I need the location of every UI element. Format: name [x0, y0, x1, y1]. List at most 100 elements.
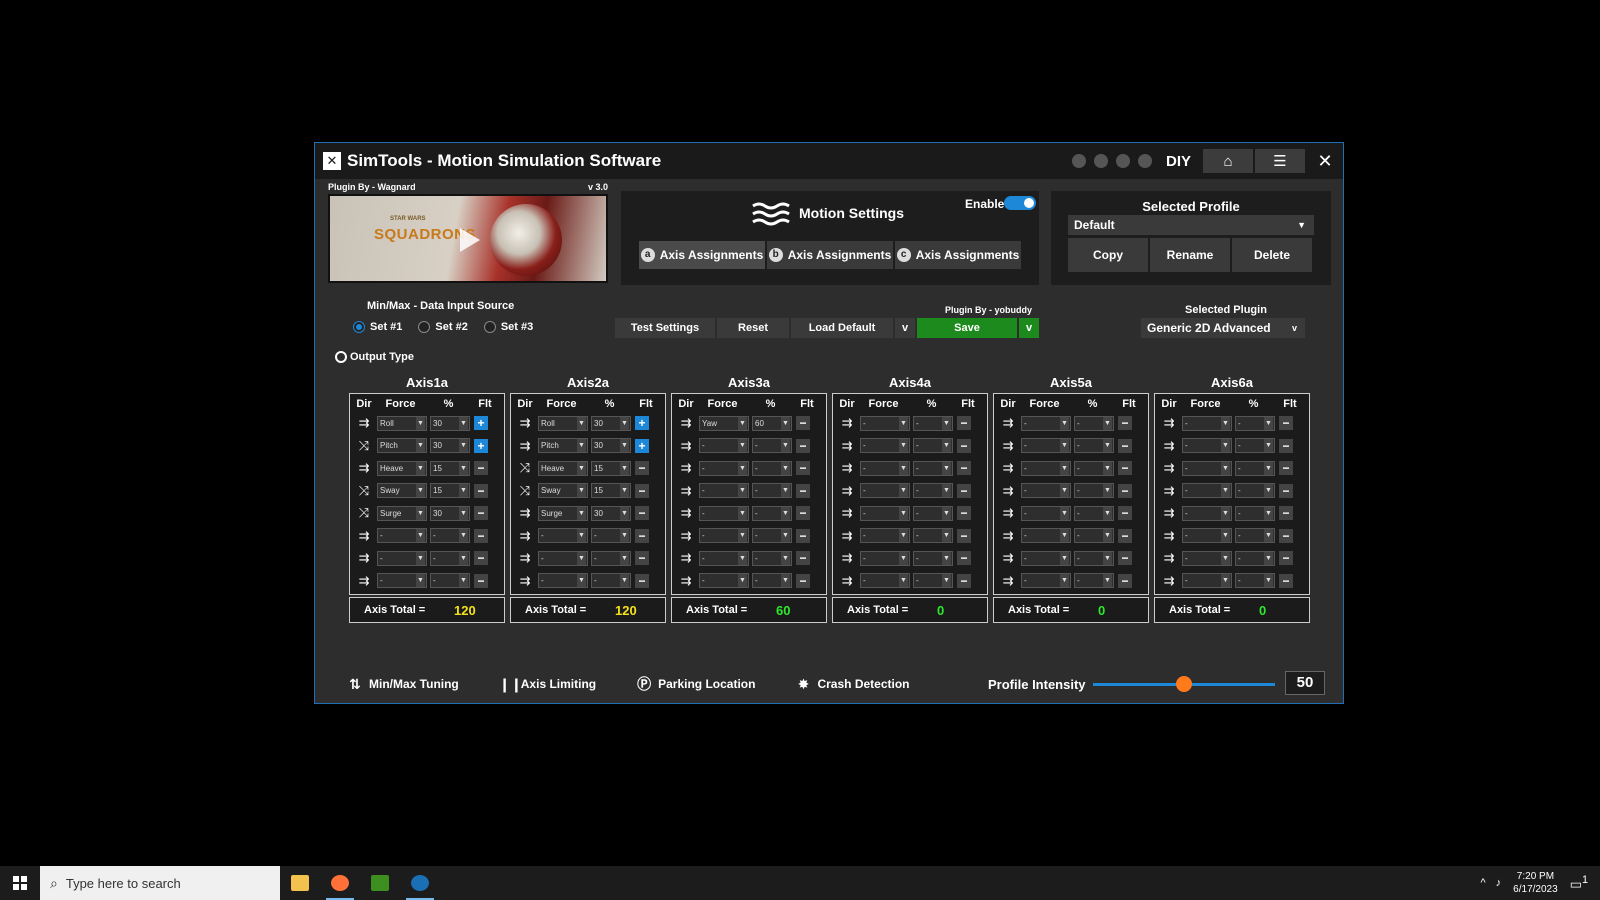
notification-icon[interactable]: ▭1 — [1570, 874, 1588, 892]
force-select[interactable]: Pitch ▼ — [538, 438, 588, 454]
filter-button[interactable]: − — [1118, 528, 1132, 543]
percent-select[interactable]: 30 ▼ — [591, 505, 631, 521]
force-select[interactable]: Surge ▼ — [538, 505, 588, 521]
percent-select[interactable]: 15 ▼ — [430, 460, 470, 476]
force-select[interactable]: Roll ▼ — [538, 415, 588, 431]
filter-button[interactable]: − — [796, 461, 810, 476]
direction-toggle-icon[interactable]: ⇉ — [837, 573, 857, 589]
force-select[interactable]: - ▼ — [1021, 460, 1071, 476]
force-select[interactable]: - ▼ — [377, 573, 427, 589]
direction-toggle-icon[interactable]: ⤨ — [515, 483, 535, 499]
filter-button[interactable]: − — [1279, 551, 1293, 566]
percent-select[interactable]: 15 ▼ — [430, 483, 470, 499]
status-light-icon-3[interactable] — [1115, 154, 1130, 168]
percent-select[interactable]: - ▼ — [1074, 483, 1114, 499]
percent-select[interactable]: - ▼ — [913, 460, 953, 476]
percent-select[interactable]: - ▼ — [752, 438, 792, 454]
percent-select[interactable]: - ▼ — [752, 550, 792, 566]
save-button[interactable]: Save — [917, 318, 1017, 338]
firefox-button[interactable] — [320, 866, 360, 900]
filter-button[interactable]: − — [635, 528, 649, 543]
direction-toggle-icon[interactable]: ⇉ — [515, 550, 535, 566]
nvidia-button[interactable] — [360, 866, 400, 900]
force-select[interactable]: - ▼ — [1021, 550, 1071, 566]
filter-button[interactable]: − — [635, 551, 649, 566]
direction-toggle-icon[interactable]: ⇉ — [515, 528, 535, 544]
enable-toggle[interactable] — [1004, 196, 1036, 210]
force-select[interactable]: - ▼ — [699, 460, 749, 476]
output-type-toggle[interactable]: Output Type — [335, 351, 414, 363]
percent-select[interactable]: 30 ▼ — [591, 415, 631, 431]
percent-select[interactable]: - ▼ — [1235, 573, 1275, 589]
tray-chevron-icon[interactable]: ^ — [1481, 877, 1486, 889]
force-select[interactable]: - ▼ — [538, 528, 588, 544]
filter-button[interactable]: − — [1118, 483, 1132, 498]
direction-toggle-icon[interactable]: ⇉ — [354, 573, 374, 589]
direction-toggle-icon[interactable]: ⇉ — [998, 528, 1018, 544]
direction-toggle-icon[interactable]: ⇉ — [1159, 483, 1179, 499]
filter-button[interactable]: − — [1118, 438, 1132, 453]
percent-select[interactable]: 15 ▼ — [591, 460, 631, 476]
filter-button[interactable]: − — [796, 416, 810, 431]
direction-toggle-icon[interactable]: ⇉ — [1159, 550, 1179, 566]
start-button[interactable] — [0, 866, 40, 900]
force-select[interactable]: - ▼ — [860, 483, 910, 499]
load-default-dropdown[interactable]: v — [895, 318, 915, 338]
force-select[interactable]: - ▼ — [1182, 415, 1232, 431]
percent-select[interactable]: - ▼ — [913, 505, 953, 521]
direction-toggle-icon[interactable]: ⇉ — [998, 550, 1018, 566]
direction-toggle-icon[interactable]: ⇉ — [676, 415, 696, 431]
percent-select[interactable]: 30 ▼ — [430, 438, 470, 454]
clock[interactable]: 7:20 PM 6/17/2023 — [1513, 870, 1558, 896]
minmax-tuning-button[interactable]: ⇅ Min/Max Tuning — [347, 676, 459, 692]
force-select[interactable]: Yaw ▼ — [699, 415, 749, 431]
filter-button[interactable]: − — [1279, 438, 1293, 453]
percent-select[interactable]: - ▼ — [752, 528, 792, 544]
direction-toggle-icon[interactable]: ⇉ — [998, 483, 1018, 499]
filter-button[interactable]: − — [1279, 573, 1293, 588]
percent-select[interactable]: - ▼ — [913, 415, 953, 431]
percent-select[interactable]: - ▼ — [752, 505, 792, 521]
filter-button[interactable]: + — [635, 438, 649, 453]
filter-button[interactable]: − — [796, 551, 810, 566]
direction-toggle-icon[interactable]: ⇉ — [837, 438, 857, 454]
force-select[interactable]: - ▼ — [699, 438, 749, 454]
filter-button[interactable]: − — [474, 528, 488, 543]
percent-select[interactable]: - ▼ — [430, 573, 470, 589]
filter-button[interactable]: + — [474, 416, 488, 431]
status-light-icon-1[interactable] — [1071, 154, 1086, 168]
filter-button[interactable]: − — [957, 483, 971, 498]
force-select[interactable]: - ▼ — [1182, 505, 1232, 521]
direction-toggle-icon[interactable]: ⇉ — [354, 415, 374, 431]
percent-select[interactable]: - ▼ — [591, 573, 631, 589]
mode-label[interactable]: DIY — [1166, 153, 1191, 170]
file-explorer-button[interactable] — [280, 866, 320, 900]
force-select[interactable]: - ▼ — [1021, 505, 1071, 521]
direction-toggle-icon[interactable]: ⇉ — [998, 573, 1018, 589]
direction-toggle-icon[interactable]: ⇉ — [676, 438, 696, 454]
direction-toggle-icon[interactable]: ⤨ — [515, 460, 535, 476]
direction-toggle-icon[interactable]: ⇉ — [515, 505, 535, 521]
taskbar-search[interactable]: ⌕ Type here to search — [40, 866, 280, 900]
status-light-icon-4[interactable] — [1137, 154, 1152, 168]
direction-toggle-icon[interactable]: ⇉ — [676, 460, 696, 476]
filter-button[interactable]: − — [474, 551, 488, 566]
direction-toggle-icon[interactable]: ⇉ — [998, 460, 1018, 476]
force-select[interactable]: - ▼ — [1021, 573, 1071, 589]
filter-button[interactable]: − — [1279, 416, 1293, 431]
filter-button[interactable]: − — [1279, 461, 1293, 476]
tab-axis-assignments-a[interactable]: a Axis Assignments — [639, 241, 765, 269]
filter-button[interactable]: − — [1279, 506, 1293, 521]
filter-button[interactable]: − — [635, 483, 649, 498]
force-select[interactable]: - ▼ — [1182, 550, 1232, 566]
filter-button[interactable]: − — [1118, 573, 1132, 588]
filter-button[interactable]: − — [957, 528, 971, 543]
filter-button[interactable]: − — [957, 416, 971, 431]
direction-toggle-icon[interactable]: ⇉ — [998, 415, 1018, 431]
direction-toggle-icon[interactable]: ⇉ — [1159, 528, 1179, 544]
filter-button[interactable]: − — [474, 483, 488, 498]
copy-button[interactable]: Copy — [1068, 238, 1148, 272]
force-select[interactable]: - ▼ — [860, 438, 910, 454]
percent-select[interactable]: - ▼ — [1235, 438, 1275, 454]
crash-detection-button[interactable]: ✸ Crash Detection — [795, 676, 910, 692]
